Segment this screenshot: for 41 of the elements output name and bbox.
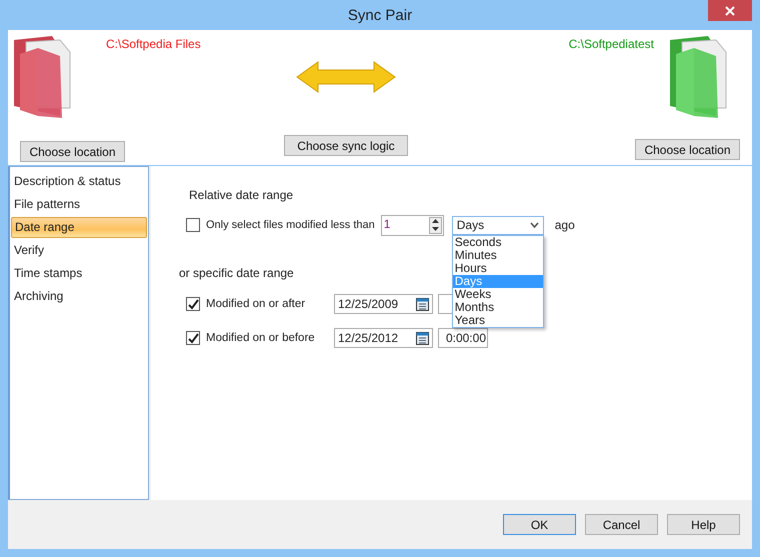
dropdown-option[interactable]: Weeks	[452, 288, 543, 300]
close-button[interactable]	[708, 0, 752, 21]
dialog-button[interactable]: Help	[667, 514, 740, 535]
checkbox[interactable]	[186, 218, 200, 232]
dialog-button[interactable]: OK	[503, 514, 576, 535]
chevron-down-icon	[530, 222, 539, 228]
suffix-label: ago	[554, 218, 575, 232]
checkbox[interactable]	[186, 297, 200, 311]
number-spinner[interactable]: 1	[380, 214, 444, 236]
section-heading: or specific date range	[179, 266, 294, 282]
sidebar-item[interactable]: File patterns	[11, 194, 147, 215]
close-icon	[725, 6, 735, 16]
folder-path: C:\Softpedia Files	[106, 36, 201, 53]
date-field[interactable]: 12/25/2012	[334, 328, 433, 348]
calendar-icon[interactable]	[416, 331, 429, 345]
spin-arrows-icon[interactable]	[428, 216, 442, 234]
dropdown-option[interactable]: Months	[452, 300, 543, 314]
window-title: Sync Pair	[348, 6, 412, 24]
dropdown-option[interactable]: Minutes	[452, 248, 543, 262]
sidebar-item[interactable]: Description & status	[11, 171, 147, 192]
sidebar-item[interactable]: Time stamps	[11, 263, 147, 284]
checkbox-label: Only select files modified less than	[206, 219, 375, 231]
date-field[interactable]: 12/25/2009	[334, 294, 433, 314]
checkbox-label: Modified on or after	[206, 298, 306, 310]
dropdown-option[interactable]: Hours	[452, 262, 543, 274]
checkbox-label: Modified on or before	[206, 332, 316, 344]
folder-path: C:\Softpediatest	[568, 36, 654, 53]
time-field[interactable]: 0:00:00	[438, 328, 488, 348]
checkbox[interactable]	[186, 331, 200, 345]
sidebar-item[interactable]: Date range	[11, 217, 147, 238]
sidebar-item[interactable]: Archiving	[11, 286, 147, 307]
choose-location-button[interactable]: Choose location	[20, 141, 125, 162]
choose-location-button[interactable]: Choose location	[635, 139, 740, 160]
dropdown-option[interactable]: Seconds	[452, 236, 543, 248]
choose-sync-logic-button[interactable]: Choose sync logic	[284, 135, 408, 156]
dropdown-option[interactable]: Years	[452, 314, 543, 326]
double-arrow-icon	[296, 61, 396, 93]
dialog-button[interactable]: Cancel	[585, 514, 658, 535]
sidebar-item[interactable]: Verify	[11, 240, 147, 261]
section-heading: Relative date range	[188, 188, 294, 204]
calendar-icon[interactable]	[416, 297, 429, 311]
